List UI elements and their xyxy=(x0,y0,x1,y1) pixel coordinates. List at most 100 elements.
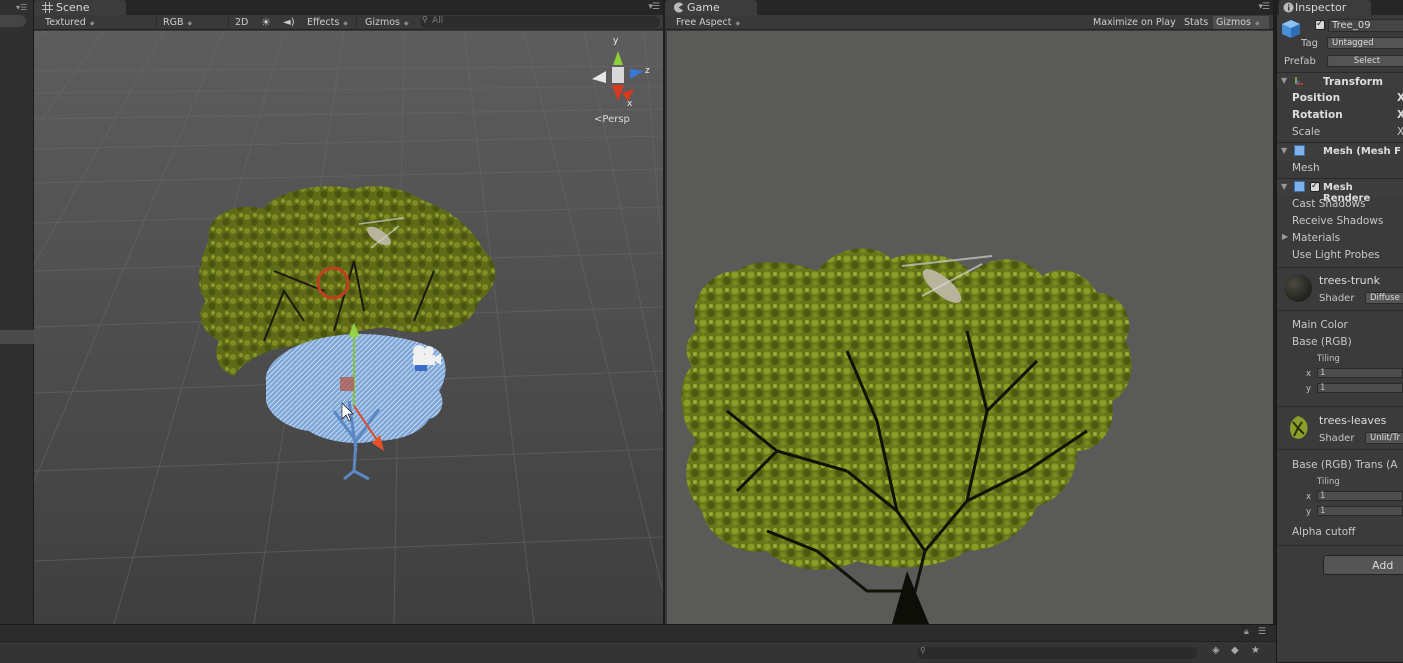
left-dock-panel: ▾☰ xyxy=(0,0,34,624)
tag-value: Untagged xyxy=(1332,38,1374,48)
filter-by-type-icon[interactable]: ◈ xyxy=(1212,645,1220,656)
projection-label: Persp xyxy=(602,114,630,125)
toggle-2d-label: 2D xyxy=(235,17,249,28)
stats-toggle[interactable]: Stats xyxy=(1181,16,1211,29)
transform-header[interactable]: ▼ Transform xyxy=(1277,72,1403,90)
main-color-label: Main Color xyxy=(1292,319,1348,331)
inspector-panel: Inspector Tree_09 Tag Untagged Prefab Se… xyxy=(1276,0,1403,662)
scene-search-input[interactable]: ⚲ All xyxy=(420,15,660,28)
leaves-material-name: trees-leaves xyxy=(1319,414,1387,427)
alpha-cutoff-row[interactable]: Alpha cutoff xyxy=(1277,524,1403,540)
gizmo-axis-z: z xyxy=(645,66,650,76)
mesh-filter-header[interactable]: ▼ Mesh (Mesh F xyxy=(1277,142,1403,160)
leaves-shader-label: Shader xyxy=(1319,433,1355,444)
object-name-field[interactable]: Tree_09 xyxy=(1328,19,1403,32)
leaves-tiling-x-field[interactable]: 1 xyxy=(1317,491,1403,501)
game-viewport[interactable] xyxy=(667,31,1273,624)
leaves-tiling-y-field[interactable]: 1 xyxy=(1317,506,1403,516)
divider xyxy=(1277,267,1403,268)
divider xyxy=(1277,406,1403,407)
game-panel: Game ▾☰ Free Aspect Maximize on Play Sta… xyxy=(665,0,1273,624)
mesh-row: Mesh xyxy=(1277,160,1403,176)
active-checkbox[interactable] xyxy=(1315,19,1325,30)
trunk-tiling-y-field[interactable]: 1 xyxy=(1317,383,1403,393)
game-gizmos-label: Gizmos xyxy=(1216,17,1252,28)
mesh-grid-icon xyxy=(1294,145,1305,156)
maximize-on-play-toggle[interactable]: Maximize on Play xyxy=(1090,16,1179,29)
bottom-panel-menu-icon[interactable]: ☰ xyxy=(1258,627,1266,637)
trunk-base-label: Base (RGB) xyxy=(1292,336,1352,348)
left-dock-tab[interactable] xyxy=(0,15,26,27)
render-mode-dropdown[interactable]: RGB xyxy=(160,16,224,29)
search-icon: ⚲ xyxy=(422,15,428,24)
draw-mode-dropdown[interactable]: Textured xyxy=(42,16,152,29)
trunk-material-preview-icon xyxy=(1284,274,1312,302)
scale-x-label[interactable]: X xyxy=(1397,126,1403,138)
leaves-shader-dropdown[interactable]: Unlit/Tr xyxy=(1365,432,1403,444)
main-color-row[interactable]: Main Color xyxy=(1277,317,1403,333)
gizmos-dropdown[interactable]: Gizmos xyxy=(362,16,412,29)
trunk-shader-dropdown[interactable]: Diffuse xyxy=(1365,292,1403,304)
use-light-probes-row[interactable]: Use Light Probes xyxy=(1277,247,1403,263)
leaves-tiling-x-value: 1 xyxy=(1320,491,1326,501)
rotation-label: Rotation xyxy=(1292,109,1343,121)
toolbar-divider xyxy=(356,15,357,30)
favorite-star-icon[interactable]: ★ xyxy=(1251,645,1260,656)
rotation-x-label[interactable]: X xyxy=(1397,109,1403,121)
cast-shadows-row[interactable]: Cast Shadows xyxy=(1277,196,1403,212)
tab-scene[interactable]: Scene xyxy=(34,0,126,15)
prefab-label: Prefab xyxy=(1284,56,1316,67)
panel-menu-icon[interactable]: ▾☰ xyxy=(16,3,27,12)
receive-shadows-row[interactable]: Receive Shadows xyxy=(1277,213,1403,229)
search-icon: ⚲ xyxy=(920,646,926,655)
bottom-panel: 🔒︎ ☰ ⚲ ◈ ◆ ★ xyxy=(0,624,1276,663)
filter-by-label-icon[interactable]: ◆ xyxy=(1231,645,1239,656)
leaves-tiling-label: Tiling xyxy=(1317,477,1340,487)
tab-game[interactable]: Game xyxy=(665,0,757,15)
leaves-base-label: Base (RGB) Trans (A xyxy=(1292,459,1398,471)
lighting-toggle-sun-icon[interactable]: ☀ xyxy=(258,15,274,29)
project-search-input[interactable]: ⚲ xyxy=(917,646,1197,659)
tab-inspector-label: Inspector xyxy=(1295,1,1347,14)
audio-toggle-speaker-icon[interactable]: ◄) xyxy=(280,16,298,29)
scene-panel-menu-icon[interactable]: ▾☰ xyxy=(648,2,660,12)
trunk-tiling-y-label: y xyxy=(1306,384,1312,394)
prefab-select-label: Select xyxy=(1353,56,1381,66)
lock-icon[interactable]: 🔒︎ xyxy=(1244,627,1249,637)
toggle-2d-button[interactable]: 2D xyxy=(232,16,254,29)
tab-inspector[interactable]: Inspector xyxy=(1279,0,1371,15)
aspect-label: Free Aspect xyxy=(676,17,732,28)
foldout-arrow-icon: ▼ xyxy=(1281,182,1288,191)
add-component-button[interactable]: Add xyxy=(1323,555,1403,575)
left-dock-selection[interactable] xyxy=(0,330,34,344)
mesh-renderer-header[interactable]: ▼ Mesh Rendere xyxy=(1277,178,1403,204)
effects-dropdown[interactable]: Effects xyxy=(304,16,354,29)
tab-game-label: Game xyxy=(687,1,720,14)
mesh-renderer-enabled-checkbox[interactable] xyxy=(1310,181,1320,192)
prefab-select-button[interactable]: Select xyxy=(1327,55,1403,67)
scene-viewport[interactable]: y z x <Persp xyxy=(34,31,663,624)
materials-label: Materials xyxy=(1292,232,1341,244)
foldout-right-icon: ▶ xyxy=(1282,232,1289,241)
divider xyxy=(1277,449,1403,450)
tag-dropdown[interactable]: Untagged xyxy=(1327,37,1403,49)
aspect-dropdown[interactable]: Free Aspect xyxy=(673,16,823,29)
cast-shadows-label: Cast Shadows xyxy=(1292,198,1366,210)
scale-label: Scale xyxy=(1292,126,1321,138)
leaves-base-row: Base (RGB) Trans (A xyxy=(1277,457,1403,473)
trunk-material-name: trees-trunk xyxy=(1319,274,1380,287)
trunk-tiling-x-field[interactable]: 1 xyxy=(1317,368,1403,378)
effects-label: Effects xyxy=(307,17,340,28)
game-gizmos-dropdown[interactable]: Gizmos xyxy=(1213,16,1269,29)
position-x-label[interactable]: X xyxy=(1397,92,1403,104)
inspector-tabbar: Inspector xyxy=(1277,0,1403,15)
stats-label: Stats xyxy=(1184,17,1209,28)
leaves-tiling-y-label: y xyxy=(1306,507,1312,517)
add-component-label: Add xyxy=(1372,559,1394,572)
materials-row[interactable]: ▶ Materials xyxy=(1277,230,1403,246)
game-panel-menu-icon[interactable]: ▾☰ xyxy=(1258,2,1270,12)
scale-row: Scale X xyxy=(1277,124,1403,140)
gizmos-label: Gizmos xyxy=(365,17,401,28)
projection-toggle[interactable]: <Persp xyxy=(594,114,630,125)
use-light-probes-label: Use Light Probes xyxy=(1292,249,1380,261)
